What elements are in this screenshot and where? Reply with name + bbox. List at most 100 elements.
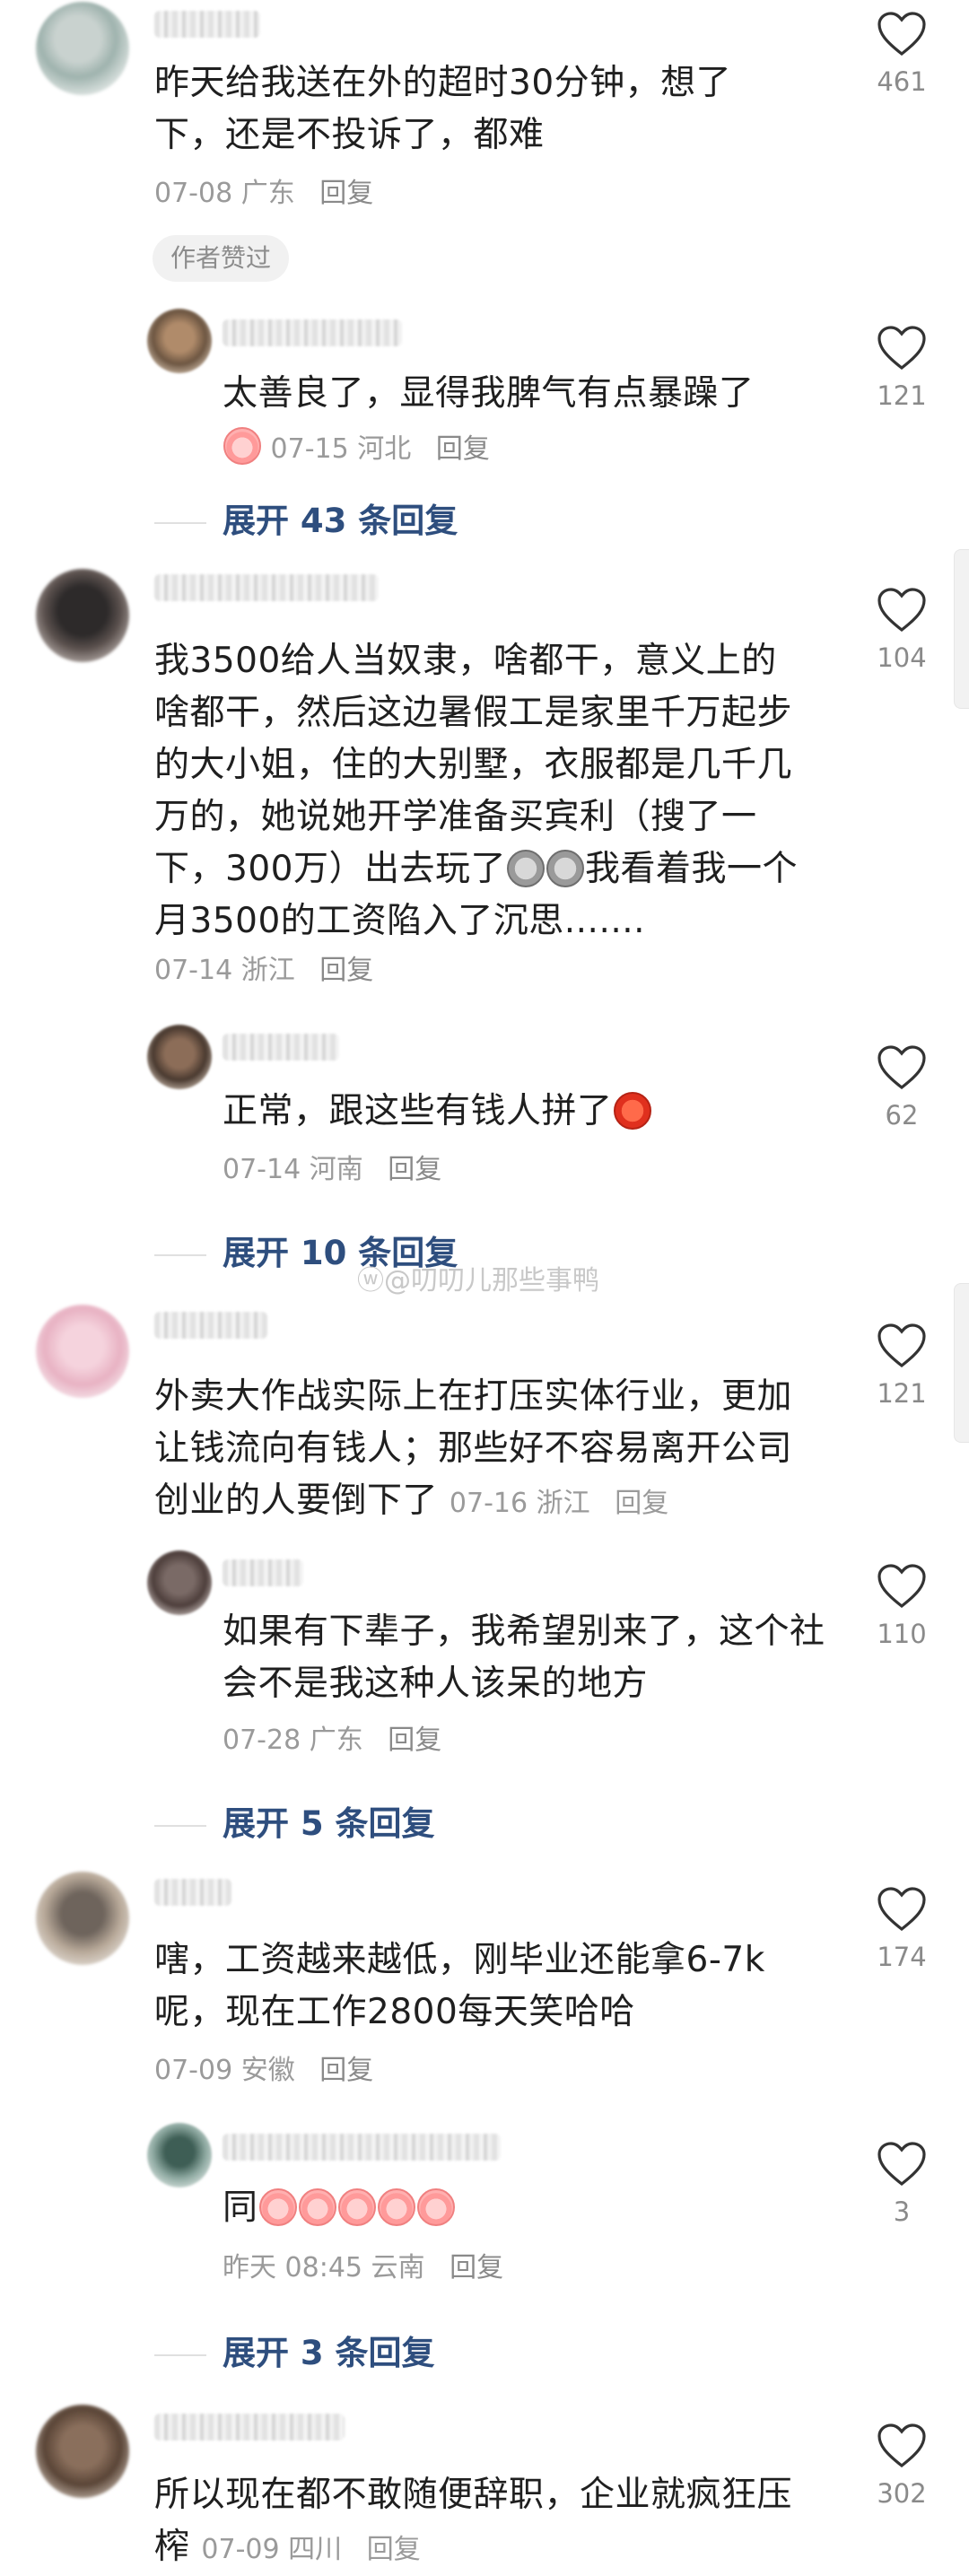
reply-text: 如果有下辈子，我希望别来了，这个社会不是我这种人该呆的地方 [223, 1611, 825, 1704]
comment-text: 我3500给人当奴隶，啥都干，意义上的啥都干，然后这边暑假工是家里千万起步的大小… [154, 635, 809, 947]
reply-location: 广东 [309, 1725, 363, 1756]
reply-meta: 昨天 08:45 云南 回复 [223, 2250, 503, 2286]
avatar[interactable] [36, 1872, 129, 1965]
comment-date: 07-14 [154, 955, 233, 986]
username[interactable] [223, 2134, 501, 2161]
crying-emoji-icon [298, 2188, 336, 2226]
reply-button[interactable]: 回复 [367, 2534, 421, 2565]
comment-date: 07-09 [154, 2055, 233, 2086]
like-count: 302 [877, 2478, 927, 2509]
heart-icon [877, 1564, 926, 1609]
like-count: 121 [877, 380, 927, 411]
reply-location: 云南 [371, 2252, 425, 2283]
like-button[interactable]: 461 [870, 11, 933, 97]
reply-text-main: 同 [223, 2187, 258, 2228]
username[interactable] [223, 1559, 303, 1586]
comment-text: 嗐，工资越来越低，刚毕业还能拿6-7k呢，现在工作2800每天笑哈哈 [154, 1940, 765, 2032]
expand-replies-button[interactable]: 展开 5 条回复 [154, 1802, 435, 1847]
like-button[interactable]: 104 [870, 587, 933, 673]
comment-meta: 07-14 浙江 回复 [154, 953, 373, 989]
divider [154, 1253, 206, 1256]
like-button[interactable]: 62 [870, 1044, 933, 1131]
heart-icon [877, 1323, 926, 1368]
avatar[interactable] [147, 1025, 212, 1089]
like-count: 62 [885, 1100, 919, 1131]
avatar[interactable] [36, 1305, 129, 1398]
username[interactable] [154, 11, 260, 38]
smirk-emoji-icon [506, 850, 545, 887]
scrollbar[interactable] [954, 549, 969, 709]
avatar[interactable] [147, 309, 212, 373]
angry-devil-emoji-icon [613, 1092, 651, 1130]
expand-replies-label: 展开 3 条回复 [223, 2334, 435, 2372]
reply-button[interactable]: 回复 [450, 2252, 503, 2283]
like-button[interactable]: 121 [870, 1323, 933, 1409]
reply-date: 昨天 08:45 [223, 2252, 362, 2283]
username[interactable] [223, 319, 402, 346]
reply-date: 07-14 [223, 1154, 301, 1185]
like-count: 3 [893, 2196, 911, 2227]
username[interactable] [154, 2414, 345, 2441]
reply-location: 河北 [357, 433, 412, 465]
username[interactable] [223, 1034, 339, 1061]
divider [154, 2353, 206, 2356]
like-button[interactable]: 302 [870, 2423, 933, 2509]
comment-location: 浙江 [240, 955, 295, 986]
scrollbar[interactable] [954, 1283, 969, 1443]
username[interactable] [154, 1879, 231, 1906]
avatar[interactable] [36, 2, 129, 95]
avatar[interactable] [36, 569, 129, 662]
reply-button[interactable]: 回复 [388, 1154, 441, 1185]
like-count: 104 [877, 642, 927, 673]
comment-date: 07-09 [201, 2534, 280, 2565]
author-liked-badge: 作者赞过 [153, 235, 290, 282]
reply-date: 07-15 [270, 433, 349, 465]
avatar[interactable] [147, 2123, 212, 2187]
comment-date: 07-16 [449, 1488, 528, 1519]
reply-text: 正常，跟这些有钱人拼了 [223, 1086, 797, 1138]
crying-emoji-icon [258, 2188, 297, 2226]
username[interactable] [154, 574, 379, 601]
reply-button[interactable]: 回复 [388, 1725, 441, 1756]
reply-button[interactable]: 回复 [319, 2055, 373, 2086]
reply-location: 河南 [309, 1154, 363, 1185]
like-button[interactable]: 110 [870, 1563, 933, 1649]
comment-meta: 07-08 广东 回复 [154, 176, 373, 212]
like-button[interactable]: 174 [870, 1886, 933, 1972]
divider [154, 521, 206, 524]
avatar[interactable] [147, 1550, 212, 1615]
comment-date: 07-08 [154, 178, 233, 209]
comment-meta: 07-09 四川 回复 [201, 2534, 420, 2565]
expand-replies-button[interactable]: 展开 43 条回复 [154, 499, 458, 544]
comment-text: 所以现在都不敢随便辞职，企业就疯狂压榨 07-09 四川 回复 [154, 2469, 809, 2576]
like-count: 461 [877, 66, 927, 97]
comment-location: 四川 [288, 2534, 343, 2565]
smirk-emoji-icon [546, 850, 584, 887]
reply-meta: 07-15 河北 回复 [223, 427, 490, 467]
reply-button[interactable]: 回复 [319, 178, 373, 209]
comment-meta: 07-09 安徽 回复 [154, 2053, 373, 2089]
like-count: 121 [877, 1378, 927, 1409]
reply-text: 太善良了，显得我脾气有点暴躁了 [223, 373, 755, 414]
crying-emoji-icon [337, 2188, 376, 2226]
reply-date: 07-28 [223, 1725, 301, 1756]
reply-button[interactable]: 回复 [319, 955, 373, 986]
crying-emoji-icon [416, 2188, 455, 2226]
avatar[interactable] [36, 2405, 129, 2498]
heart-icon [877, 1045, 926, 1090]
crying-emoji-icon [377, 2188, 415, 2226]
reply-meta: 07-28 广东 回复 [223, 1723, 441, 1759]
reply-button[interactable]: 回复 [615, 1488, 668, 1519]
watermark: ⓦ@叨叨儿那些事鸭 [357, 1265, 599, 1297]
username[interactable] [154, 1312, 267, 1339]
like-button[interactable]: 3 [870, 2141, 933, 2227]
reply-button[interactable]: 回复 [436, 433, 490, 465]
reply-meta: 07-14 河南 回复 [223, 1152, 441, 1188]
comment-location: 广东 [240, 178, 295, 209]
like-button[interactable]: 121 [870, 325, 933, 411]
expand-replies-label: 展开 43 条回复 [223, 502, 458, 540]
expand-replies-button[interactable]: 展开 3 条回复 [154, 2331, 435, 2376]
like-count: 174 [877, 1942, 927, 1972]
heart-icon [877, 2142, 926, 2187]
like-count: 110 [877, 1619, 927, 1649]
